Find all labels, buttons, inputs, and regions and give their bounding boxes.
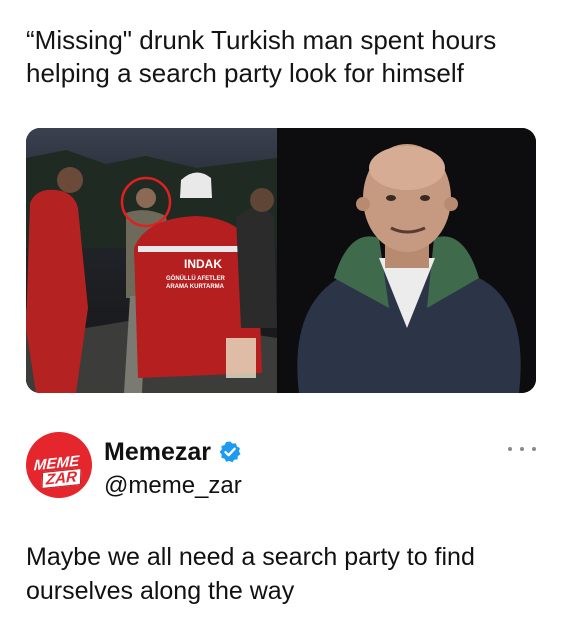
- man-portrait-photo: [279, 128, 536, 393]
- headline: “Missing" drunk Turkish man spent hours …: [26, 25, 497, 88]
- account-name-row: Memezar: [104, 436, 242, 468]
- account-name[interactable]: Memezar: [104, 438, 211, 467]
- tweet-text: Maybe we all need a search party to find…: [26, 543, 475, 605]
- jacket-text-main: INDAK: [184, 257, 222, 271]
- avatar[interactable]: MEME ZAR: [26, 432, 92, 498]
- news-photo[interactable]: INDAK GÖNÜLLÜ AFETLER ARAMA KURTARMA: [26, 128, 536, 393]
- more-options-icon[interactable]: [508, 442, 536, 456]
- rescue-team-photo: INDAK GÖNÜLLÜ AFETLER ARAMA KURTARMA: [26, 128, 277, 393]
- jacket-text-sub: GÖNÜLLÜ AFETLER: [166, 275, 225, 282]
- account-handle[interactable]: @meme_zar: [104, 472, 242, 500]
- verified-badge-icon: [219, 441, 241, 463]
- jacket-text-sub2: ARAMA KURTARMA: [166, 284, 225, 290]
- avatar-text-zar: ZAR: [41, 468, 82, 489]
